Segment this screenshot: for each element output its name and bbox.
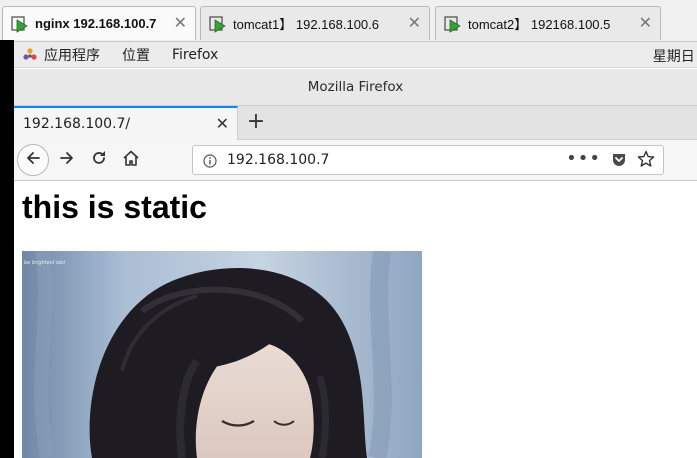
tab-title: 192.168.100.7/	[23, 116, 131, 132]
applications-menu[interactable]: 应用程序	[44, 45, 100, 65]
vm-tab-tomcat2[interactable]: tomcat2】 192168.100.5 ✕	[435, 6, 661, 40]
close-icon[interactable]: ✕	[408, 15, 421, 31]
vm-running-icon	[209, 15, 227, 33]
forward-icon	[58, 149, 76, 171]
forward-button[interactable]	[51, 144, 83, 176]
places-menu[interactable]: 位置	[122, 45, 150, 65]
vm-tab-label: nginx 192.168.100.7	[35, 16, 157, 31]
back-button[interactable]	[17, 144, 49, 176]
firefox-app-menu[interactable]: Firefox	[172, 47, 218, 63]
applications-icon	[22, 47, 38, 63]
image-watermark: be brightest idol	[24, 260, 66, 266]
page-actions-button[interactable]: •••	[566, 148, 601, 169]
vm-tab-bar: nginx 192.168.100.7 ✕ tomcat1】 192.168.1…	[0, 0, 697, 42]
home-icon	[122, 149, 140, 171]
close-icon[interactable]: ✕	[216, 114, 229, 133]
vm-tab-label: tomcat2】 192168.100.5	[468, 17, 611, 32]
browser-tab[interactable]: 192.168.100.7/ ✕	[14, 106, 238, 140]
new-tab-button[interactable]: +	[244, 109, 268, 135]
browser-tab-strip: 192.168.100.7/ ✕ +	[14, 106, 697, 140]
url-bar[interactable]: 192.168.100.7 •••	[192, 145, 664, 175]
window-title: Mozilla Firefox	[307, 79, 404, 95]
url-text[interactable]: 192.168.100.7	[227, 152, 329, 168]
pocket-icon[interactable]	[611, 152, 627, 168]
vm-tab-nginx[interactable]: nginx 192.168.100.7 ✕	[2, 6, 196, 40]
window-titlebar: Mozilla Firefox	[14, 69, 697, 106]
info-icon[interactable]	[203, 153, 217, 168]
bookmark-star-icon[interactable]	[637, 150, 655, 168]
close-icon[interactable]: ✕	[174, 15, 187, 31]
page-heading: this is static	[22, 189, 207, 225]
home-button[interactable]	[115, 144, 147, 176]
vm-running-icon	[11, 15, 29, 33]
vm-running-icon	[444, 15, 462, 33]
vm-tab-label: tomcat1】 192.168.100.6	[233, 17, 379, 32]
page-content: this is static be brightest idol	[14, 181, 697, 458]
portrait-photo: be brightest idol	[22, 251, 422, 458]
clock[interactable]: 星期日 14	[653, 46, 697, 66]
gnome-top-bar: 应用程序 位置 Firefox 星期日 14	[14, 42, 697, 68]
vm-tab-tomcat1[interactable]: tomcat1】 192.168.100.6 ✕	[200, 6, 430, 40]
back-icon	[24, 149, 42, 171]
vm-left-edge	[0, 40, 14, 458]
reload-button[interactable]	[83, 144, 115, 176]
navigation-toolbar: 192.168.100.7 •••	[14, 140, 697, 181]
reload-icon	[90, 149, 108, 171]
close-icon[interactable]: ✕	[639, 15, 652, 31]
